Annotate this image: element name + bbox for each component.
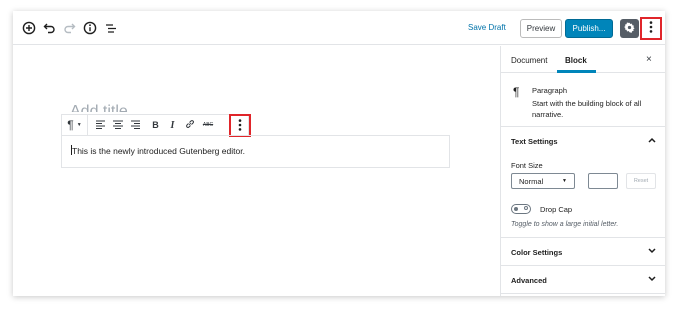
post-title-input[interactable]: Add title: [70, 100, 128, 112]
italic-button[interactable]: I: [164, 115, 181, 135]
tab-block[interactable]: Block: [565, 56, 587, 65]
more-tools-button[interactable]: [640, 17, 662, 40]
align-right-icon: [130, 120, 140, 131]
block-type-switcher[interactable]: ¶ ▼: [62, 115, 88, 135]
font-size-label: Font Size: [511, 161, 543, 170]
advanced-heading: Advanced: [511, 276, 547, 285]
color-settings-toggle[interactable]: Color Settings: [501, 238, 665, 266]
paragraph-block[interactable]: This is the newly introduced Gutenberg e…: [61, 135, 450, 168]
chevron-down-icon: ▼: [562, 178, 567, 184]
link-icon: [185, 119, 195, 131]
align-left-icon: [95, 120, 106, 131]
preview-button[interactable]: Preview: [520, 19, 562, 38]
paragraph-icon: ¶: [513, 85, 520, 99]
block-card-description: Start with the building block of all nar…: [532, 99, 642, 119]
tab-document[interactable]: Document: [511, 56, 547, 65]
settings-sidebar: Document Block × ¶ Paragraph Start with …: [500, 46, 665, 296]
align-left-button[interactable]: [92, 115, 109, 135]
save-draft-link[interactable]: Save Draft: [468, 23, 506, 32]
drop-cap-help: Toggle to show a large initial letter.: [511, 221, 619, 228]
align-center-icon: [112, 120, 123, 131]
block-toolbar: ¶ ▼ B I ABC: [61, 114, 251, 137]
chevron-down-icon: [648, 275, 656, 284]
top-toolbar: Save Draft Preview Publish...: [13, 11, 665, 45]
font-size-select[interactable]: Normal ▼: [511, 173, 575, 189]
settings-button[interactable]: [620, 19, 639, 38]
custom-font-size-input[interactable]: [588, 173, 618, 189]
paragraph-icon: ¶: [67, 118, 74, 132]
undo-icon[interactable]: [40, 19, 58, 37]
gear-icon: [624, 20, 635, 38]
color-settings-heading: Color Settings: [511, 248, 563, 257]
font-size-value: Normal: [519, 177, 544, 186]
paragraph-text: This is the newly introduced Gutenberg e…: [72, 146, 245, 156]
info-icon[interactable]: [81, 19, 99, 37]
more-options-icon: [238, 118, 242, 133]
add-block-icon[interactable]: [20, 19, 38, 37]
redo-icon[interactable]: [60, 19, 78, 37]
bold-button[interactable]: B: [147, 115, 164, 135]
link-button[interactable]: [181, 115, 198, 135]
align-center-button[interactable]: [109, 115, 126, 135]
chevron-up-icon: [648, 136, 656, 145]
reset-button[interactable]: Reset: [626, 173, 656, 189]
close-icon[interactable]: ×: [646, 54, 652, 65]
sidebar-tabs: Document Block ×: [501, 46, 665, 73]
more-rich-text-controls-button[interactable]: [229, 114, 251, 137]
align-right-button[interactable]: [126, 115, 143, 135]
editor-window: Save Draft Preview Publish... Add title …: [13, 11, 665, 296]
more-options-icon: [649, 20, 653, 38]
text-settings-heading: Text Settings: [511, 137, 558, 146]
toggle-off-indicator: [524, 206, 528, 210]
block-card-title: Paragraph: [532, 86, 568, 95]
text-settings-panel: Text Settings Font Size Normal ▼ Reset D…: [501, 127, 665, 238]
chevron-down-icon: ▼: [76, 122, 82, 128]
drop-cap-label: Drop Cap: [540, 205, 573, 214]
block-card: ¶ Paragraph Start with the building bloc…: [501, 73, 665, 127]
drop-cap-toggle[interactable]: [511, 204, 531, 214]
advanced-toggle[interactable]: Advanced: [501, 266, 665, 294]
toggle-knob: [514, 206, 518, 211]
text-settings-toggle[interactable]: Text Settings: [501, 127, 665, 154]
strikethrough-button[interactable]: ABC: [198, 115, 218, 135]
outline-icon[interactable]: [102, 19, 120, 37]
chevron-down-icon: [648, 247, 656, 256]
publish-button[interactable]: Publish...: [565, 19, 613, 38]
editor-canvas: Add title ¶ ▼ B I ABC This is the newly …: [13, 46, 500, 296]
